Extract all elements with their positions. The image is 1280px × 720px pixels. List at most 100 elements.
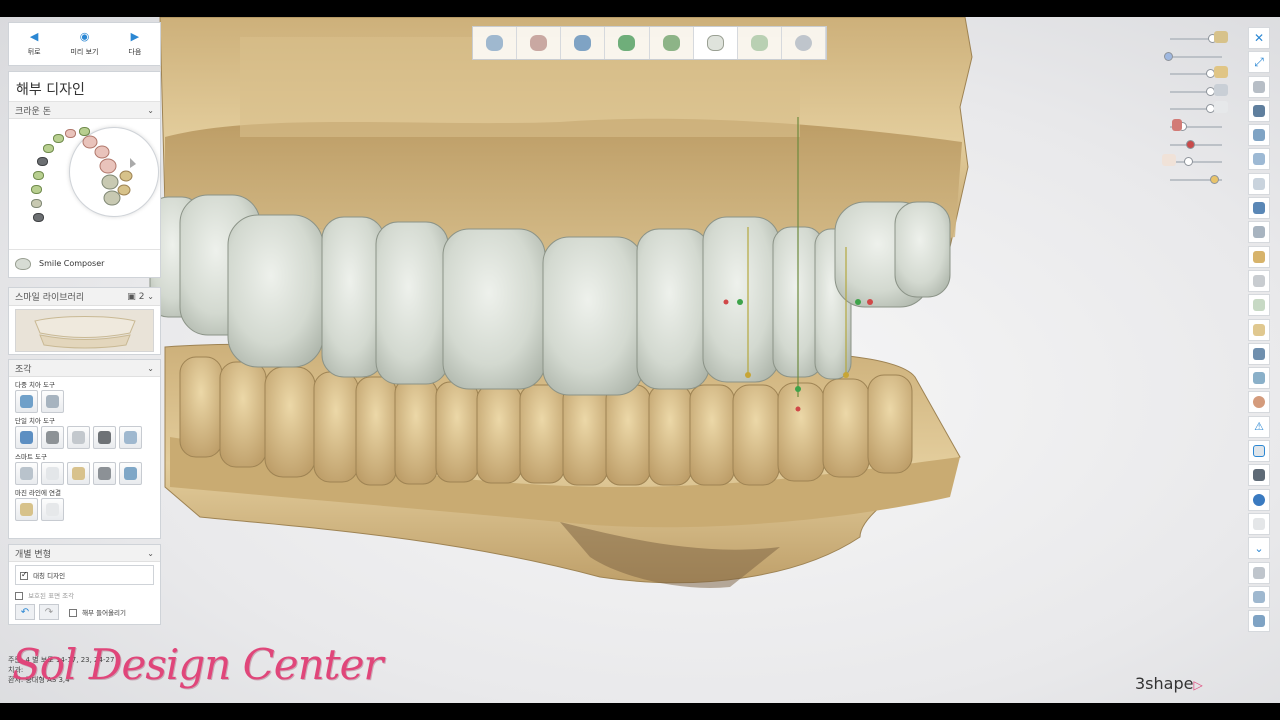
model-icon[interactable] <box>1248 367 1270 390</box>
tooth-marker[interactable] <box>37 157 48 166</box>
single-tooth-scale-tool[interactable] <box>119 426 142 449</box>
face-icon[interactable] <box>1248 391 1270 414</box>
clipping-plane-icon[interactable] <box>1248 561 1270 584</box>
multi-tooth-move-tool[interactable] <box>15 390 38 413</box>
chevron-down-icon[interactable]: ⌄ <box>1248 537 1270 560</box>
smile-composer-row[interactable]: Smile Composer <box>9 249 160 277</box>
single-tooth-knife-tool[interactable] <box>41 426 64 449</box>
symmetric-design-option[interactable]: 대칭 디자인 <box>15 565 154 585</box>
lock-icon[interactable] <box>1248 269 1270 292</box>
preview-label: 미리 보기 <box>70 48 99 56</box>
smart-tool-3[interactable] <box>67 462 90 485</box>
check-box-icon[interactable] <box>1248 440 1270 463</box>
smart-tool-2[interactable] <box>41 462 64 485</box>
tooth-marker[interactable] <box>33 213 44 222</box>
back-label: 뒤로 <box>27 48 41 56</box>
workflow-step-export[interactable] <box>782 27 826 59</box>
next-button[interactable]: ▶ 다음 <box>110 23 160 65</box>
single-tooth-tools-label: 단일 치아 도구 <box>15 417 56 425</box>
smile-library-thumbnail[interactable] <box>15 309 154 352</box>
smart-tool-1[interactable] <box>15 462 38 485</box>
visibility-slider[interactable] <box>1160 100 1228 118</box>
jaw-icon[interactable] <box>1248 318 1270 341</box>
workflow-step-tools[interactable] <box>517 27 562 59</box>
color-icon[interactable] <box>1248 488 1270 511</box>
crown-icon[interactable] <box>1248 294 1270 317</box>
workflow-step-margin[interactable] <box>473 27 518 59</box>
tooth-chart[interactable] <box>9 119 160 249</box>
3d-viewport[interactable] <box>0 17 1280 703</box>
visibility-slider[interactable] <box>1160 153 1228 171</box>
save-icon[interactable] <box>1248 197 1270 220</box>
hat-icon[interactable] <box>1248 99 1270 122</box>
workflow-step-placement[interactable] <box>650 27 694 59</box>
sculpt-header[interactable]: 조각 ⌄ <box>9 360 160 377</box>
visibility-slider[interactable] <box>1160 171 1228 189</box>
brand-triangle-icon: ▷ <box>1193 678 1203 692</box>
arrow-right-icon: ▶ <box>130 30 140 43</box>
protected-surface-checkbox[interactable] <box>15 592 23 600</box>
tooth-marker[interactable] <box>31 185 42 194</box>
adjacent-checkbox[interactable] <box>69 609 77 617</box>
crown-section-header[interactable]: 크라운 돈 ⌄ <box>9 102 160 119</box>
dental-model-scene[interactable] <box>0 17 1280 703</box>
margin-link-tool-2[interactable] <box>41 498 64 521</box>
pen-icon[interactable] <box>1248 585 1270 608</box>
single-tooth-tools <box>9 426 160 449</box>
watermark-logo: Sol Design Center <box>12 640 383 689</box>
visibility-slider[interactable] <box>1160 136 1228 154</box>
tooth-settings-icon[interactable] <box>1248 245 1270 268</box>
warning-icon[interactable]: ⚠ <box>1248 415 1270 438</box>
copy-icon[interactable] <box>1248 124 1270 147</box>
adjacent-label: 해부 들어올리기 <box>82 609 127 617</box>
tooth-marker[interactable] <box>53 134 64 143</box>
tooth-marker[interactable] <box>33 171 44 180</box>
panel-icon[interactable] <box>1248 342 1270 365</box>
duplicate-icon[interactable] <box>1248 148 1270 171</box>
visibility-slider[interactable] <box>1160 118 1228 136</box>
tooth-zoom-view[interactable] <box>69 127 159 217</box>
back-button[interactable]: ◀ 뒤로 <box>9 23 59 65</box>
redo-button[interactable]: ↷ <box>39 604 59 620</box>
preview-button[interactable]: ◉ 미리 보기 <box>59 23 109 65</box>
workflow-step-anatomy[interactable] <box>693 27 738 59</box>
workflow-step-cement[interactable] <box>605 27 650 59</box>
margin-link-tool-1[interactable] <box>15 498 38 521</box>
individual-transform-header[interactable]: 개별 변형 ⌄ <box>9 545 160 562</box>
symmetric-design-checkbox[interactable] <box>20 570 28 580</box>
smile-library-header[interactable]: 스마일 라이브러리 ▣ 2 ⌄ <box>9 288 160 306</box>
virtual-articulator-icon[interactable] <box>1248 464 1270 487</box>
individual-transform-label: 개별 변형 <box>15 549 51 560</box>
smart-tool-4[interactable] <box>93 462 116 485</box>
visibility-slider[interactable] <box>1160 30 1228 48</box>
tooth-marker[interactable] <box>31 199 42 208</box>
chevron-down-icon: ⌄ <box>147 363 154 373</box>
texture-icon[interactable] <box>1248 512 1270 535</box>
sculpt-panel: 조각 ⌄ 다중 치아 도구 단일 치아 도구 스마트 도구 마진 라인에 연결 <box>8 359 161 539</box>
protected-surface-option[interactable]: 보호된 표면 조각 <box>9 588 160 602</box>
chevron-down-icon: ⌄ <box>147 105 154 115</box>
protected-surface-label: 보호된 표면 조각 <box>28 592 75 600</box>
visibility-slider[interactable] <box>1160 65 1228 83</box>
workflow-step-cutback[interactable] <box>738 27 782 59</box>
close-icon[interactable]: ✕ <box>1248 27 1270 49</box>
chevron-down-icon[interactable]: ⌄ <box>147 292 154 301</box>
scan-icon[interactable] <box>1248 610 1270 633</box>
workflow-step-insertion[interactable] <box>561 27 606 59</box>
document-icon[interactable] <box>1248 172 1270 195</box>
margin-link-label: 마진 라인에 연결 <box>15 489 61 497</box>
single-tooth-add-tool[interactable] <box>67 426 90 449</box>
adjacent-option[interactable]: 해부 들어올리기 <box>63 605 132 619</box>
single-tooth-move-tool[interactable] <box>15 426 38 449</box>
measure-icon[interactable] <box>1248 221 1270 244</box>
tooth-marker[interactable] <box>43 144 54 153</box>
single-tooth-smooth-tool[interactable] <box>93 426 116 449</box>
library-view-icon[interactable]: ▣ <box>127 292 136 302</box>
camera-icon[interactable] <box>1248 75 1270 98</box>
visibility-slider[interactable] <box>1160 48 1228 66</box>
multi-tooth-brush-tool[interactable] <box>41 390 64 413</box>
fit-view-icon[interactable]: ⤢ <box>1248 51 1270 74</box>
visibility-slider[interactable] <box>1160 83 1228 101</box>
undo-button[interactable]: ↶ <box>15 604 35 620</box>
smart-tool-5[interactable] <box>119 462 142 485</box>
